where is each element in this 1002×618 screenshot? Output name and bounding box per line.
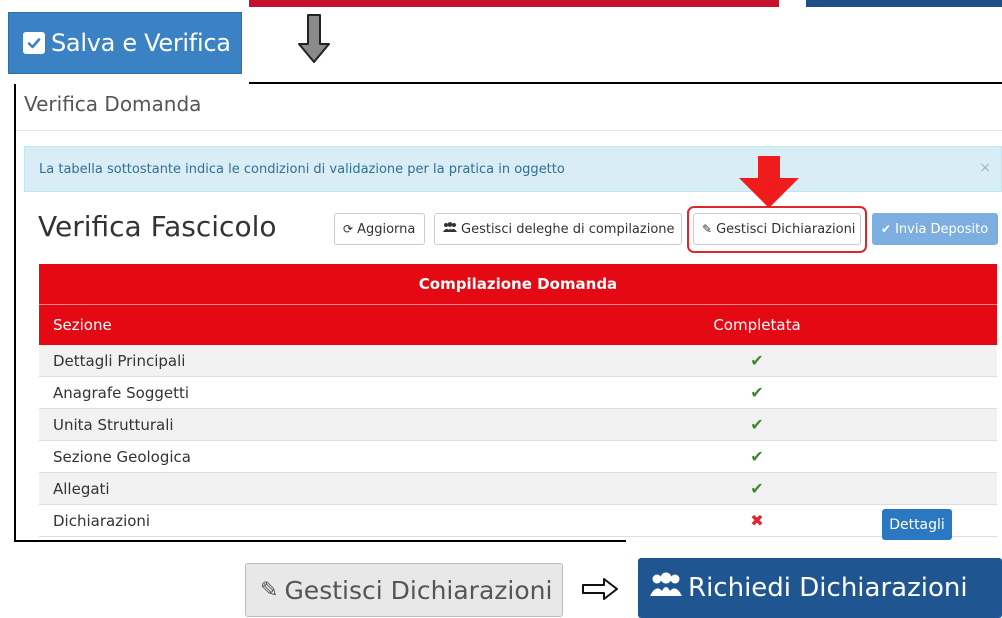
dettagli-button[interactable]: Dettagli <box>882 509 952 540</box>
check-icon: ✔ <box>750 447 764 466</box>
top-bar-blue <box>806 0 1002 7</box>
info-alert-text: La tabella sottostante indica le condizi… <box>39 161 565 177</box>
check-icon: ✔ <box>750 415 764 434</box>
users-icon <box>443 222 457 236</box>
bottom-gestisci-label: Gestisci Dichiarazioni <box>284 575 553 605</box>
gestisci-deleghe-button[interactable]: Gestisci deleghe di compilazione <box>434 213 682 245</box>
row-sezione: Allegati <box>53 479 110 498</box>
salva-e-verifica-label: Salva e Verifica <box>51 29 231 57</box>
table-row: Unita Strutturali ✔ <box>39 409 997 441</box>
table-row: Anagrafe Soggetti ✔ <box>39 377 997 409</box>
header-divider <box>16 130 1002 131</box>
check-icon: ✔ <box>881 222 892 236</box>
alert-close-icon[interactable]: × <box>979 160 991 176</box>
check-icon: ✔ <box>750 383 764 402</box>
refresh-icon: ⟳ <box>343 222 354 236</box>
frame-border-left <box>14 84 16 542</box>
highlight-box <box>687 206 867 253</box>
invia-deposito-button[interactable]: ✔ Invia Deposito <box>872 213 998 245</box>
gestisci-deleghe-label: Gestisci deleghe di compilazione <box>461 221 675 237</box>
row-sezione: Unita Strutturali <box>53 415 174 434</box>
table-title: Compilazione Domanda <box>39 264 997 305</box>
table-row: Allegati ✔ <box>39 473 997 505</box>
page-title: Verifica Domanda <box>24 92 202 116</box>
aggiorna-label: Aggiorna <box>357 221 416 237</box>
checkbox-icon <box>23 32 45 54</box>
compilazione-table: Compilazione Domanda Sezione Completata … <box>39 264 997 540</box>
column-header-completata: Completata <box>713 316 801 334</box>
frame-border-bottom <box>14 540 626 542</box>
section-title: Verifica Fascicolo <box>38 210 277 243</box>
bottom-gestisci-dichiarazioni-button[interactable]: ✎ Gestisci Dichiarazioni <box>245 563 563 617</box>
down-arrow-icon <box>298 14 330 63</box>
info-alert: La tabella sottostante indica le condizi… <box>24 146 1002 192</box>
richiedi-dichiarazioni-label: Richiedi Dichiarazioni <box>688 573 968 603</box>
right-arrow-icon <box>582 578 618 600</box>
row-sezione: Anagrafe Soggetti <box>53 383 190 402</box>
aggiorna-button[interactable]: ⟳ Aggiorna <box>334 213 425 245</box>
table-row: Dettagli Principali ✔ <box>39 345 997 377</box>
table-row: Sezione Geologica ✔ <box>39 441 997 473</box>
cross-icon: ✖ <box>750 511 764 530</box>
pencil-icon: ✎ <box>260 577 279 603</box>
red-down-arrow-icon <box>739 156 799 208</box>
invia-deposito-label: Invia Deposito <box>895 221 989 237</box>
richiedi-dichiarazioni-button[interactable]: Richiedi Dichiarazioni <box>638 558 1002 618</box>
check-icon: ✔ <box>750 479 764 498</box>
check-icon: ✔ <box>750 351 764 370</box>
column-header-sezione: Sezione <box>53 316 112 334</box>
table-header-row: Sezione Completata <box>39 305 997 345</box>
top-bar-red <box>249 0 779 7</box>
row-sezione: Sezione Geologica <box>53 447 191 466</box>
row-sezione: Dettagli Principali <box>53 351 186 370</box>
row-sezione: Dichiarazioni <box>53 511 151 530</box>
users-icon <box>650 572 682 605</box>
table-row: Dichiarazioni ✖ Dettagli <box>39 505 997 540</box>
salva-e-verifica-button[interactable]: Salva e Verifica <box>8 12 242 74</box>
frame-border-top <box>249 82 1002 84</box>
